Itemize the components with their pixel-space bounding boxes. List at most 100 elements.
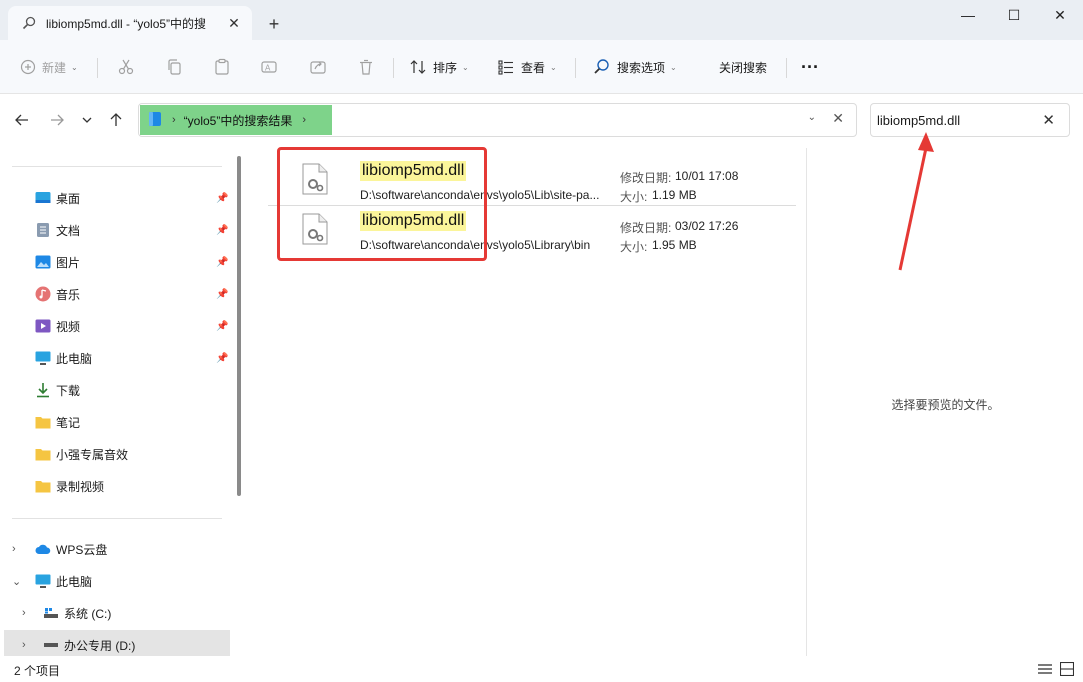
rename-button[interactable]: A <box>260 54 284 80</box>
item-count: 2 个项目 <box>14 664 61 678</box>
cut-icon <box>118 59 134 75</box>
sidebar-item-this-pc-tree[interactable]: ⌄ 此电脑 <box>0 566 232 596</box>
back-button[interactable] <box>10 108 34 132</box>
sidebar-item-wps-cloud[interactable]: › WPS云盘 <box>0 534 232 564</box>
pictures-icon <box>35 254 51 270</box>
recent-locations-button[interactable] <box>75 108 99 132</box>
address-bar[interactable]: › “yolo5”中的搜索结果 › ⌄ ✕ <box>138 103 857 137</box>
date-label: 修改日期: <box>620 221 672 235</box>
tab-title: libiomp5md.dll - “yolo5”中的搜 <box>46 16 207 31</box>
view-icon <box>498 60 513 75</box>
new-label: 新建 <box>42 60 67 75</box>
sidebar-item-pictures[interactable]: 图片 📌 <box>0 247 232 277</box>
sidebar-item-label: 视频 <box>56 319 81 334</box>
search-options-button[interactable]: 搜索选项 ⌄ <box>593 54 677 80</box>
chevron-down-icon <box>82 117 92 123</box>
share-button[interactable] <box>309 54 333 80</box>
arrow-right-icon <box>51 114 64 126</box>
search-options-icon <box>594 59 609 74</box>
drive-c-icon <box>43 605 59 621</box>
sidebar-item-label: 音乐 <box>56 287 81 302</box>
tab-close-icon[interactable]: ✕ <box>226 15 242 31</box>
sidebar-item-sound-effects[interactable]: 小强专属音效 <box>0 439 232 469</box>
toolbar-divider <box>97 58 98 78</box>
preview-pane: 选择要预览的文件。 <box>806 148 1083 656</box>
file-size: 1.95 MB <box>652 238 697 252</box>
chevron-down-icon: ⌄ <box>71 62 78 72</box>
trash-icon <box>360 59 372 75</box>
file-path: D:\software\anconda\envs\yolo5\Library\b… <box>360 238 591 252</box>
chevron-right-icon[interactable]: › <box>302 114 306 126</box>
sidebar-item-drive-d[interactable]: › 办公专用 (D:) <box>4 630 230 656</box>
sidebar-item-desktop[interactable]: 桌面 📌 <box>0 183 232 213</box>
share-icon <box>310 61 326 74</box>
chevron-down-icon: ⌄ <box>670 62 677 72</box>
chevron-right-icon[interactable]: › <box>12 543 16 555</box>
pin-icon[interactable]: 📌 <box>216 257 228 268</box>
search-results-pane: libiomp5md.dll D:\software\anconda\envs\… <box>246 148 806 656</box>
close-window-button[interactable]: ✕ <box>1037 0 1083 30</box>
folder-icon <box>35 414 51 430</box>
view-label: 查看 <box>521 60 546 75</box>
folder-search-icon <box>148 111 162 130</box>
new-tab-button[interactable]: + <box>262 12 286 36</box>
view-button[interactable]: 查看 ⌄ <box>497 54 557 80</box>
sidebar-item-label: 桌面 <box>56 191 81 206</box>
sidebar-item-videos[interactable]: 视频 📌 <box>0 311 232 341</box>
chevron-right-icon[interactable]: › <box>22 607 26 619</box>
tab-search-results[interactable]: libiomp5md.dll - “yolo5”中的搜 ✕ <box>8 6 252 40</box>
music-icon <box>35 286 51 302</box>
details-view-icon[interactable] <box>1036 660 1054 678</box>
copy-icon <box>168 59 181 75</box>
search-clear-icon[interactable]: ✕ <box>1042 111 1055 129</box>
preview-message: 选择要预览的文件。 <box>891 398 1000 412</box>
more-options-button[interactable]: ··· <box>801 54 819 80</box>
dll-file-icon <box>302 213 328 245</box>
cloud-icon <box>35 541 51 557</box>
chevron-down-icon[interactable]: ⌄ <box>12 575 21 588</box>
result-row[interactable]: libiomp5md.dll D:\software\anconda\envs\… <box>268 203 796 255</box>
sidebar-item-notes[interactable]: 笔记 <box>0 407 232 437</box>
paste-button[interactable] <box>213 54 237 80</box>
sidebar-item-documents[interactable]: 文档 📌 <box>0 215 232 245</box>
pin-icon[interactable]: 📌 <box>216 225 228 236</box>
sidebar-item-downloads[interactable]: 下载 <box>0 375 232 405</box>
sidebar-item-label: 文档 <box>56 223 81 238</box>
address-dropdown-icon[interactable]: ⌄ <box>808 112 816 123</box>
minimize-button[interactable]: — <box>945 0 991 30</box>
sidebar-scrollbar-thumb[interactable] <box>237 156 241 496</box>
sidebar-item-drive-c[interactable]: › 系统 (C:) <box>0 598 232 628</box>
address-clear-icon[interactable]: ✕ <box>832 110 844 127</box>
breadcrumb-search-results[interactable]: “yolo5”中的搜索结果 <box>184 112 293 129</box>
pin-icon[interactable]: 📌 <box>216 321 228 332</box>
chevron-right-icon: › <box>172 114 176 126</box>
close-search-button[interactable]: 关闭搜索 <box>719 54 767 80</box>
forward-button[interactable] <box>45 108 69 132</box>
maximize-button[interactable]: ☐ <box>991 0 1037 30</box>
address-breadcrumb: › “yolo5”中的搜索结果 › <box>140 105 332 135</box>
tiles-view-icon[interactable] <box>1058 660 1076 678</box>
arrow-up-icon <box>110 113 122 126</box>
result-row[interactable]: libiomp5md.dll D:\software\anconda\envs\… <box>268 153 796 205</box>
sidebar-item-label: 录制视频 <box>56 479 105 494</box>
rename-icon: A <box>261 61 277 73</box>
up-button[interactable] <box>104 108 128 132</box>
documents-icon <box>35 222 51 238</box>
sort-button[interactable]: 排序 ⌄ <box>409 54 469 80</box>
chevron-right-icon[interactable]: › <box>22 639 26 651</box>
toolbar-divider <box>786 58 787 78</box>
new-button[interactable]: 新建 ⌄ <box>20 54 78 80</box>
cut-button[interactable] <box>117 54 141 80</box>
delete-button[interactable] <box>357 54 381 80</box>
videos-icon <box>35 318 51 334</box>
sidebar-item-label: 此电脑 <box>56 351 93 366</box>
pin-icon[interactable]: 📌 <box>216 289 228 300</box>
copy-button[interactable] <box>165 54 189 80</box>
sidebar-item-recordings[interactable]: 录制视频 <box>0 471 232 501</box>
pin-icon[interactable]: 📌 <box>216 193 228 204</box>
sidebar-item-music[interactable]: 音乐 📌 <box>0 279 232 309</box>
sidebar-item-this-pc[interactable]: 此电脑 📌 <box>0 343 232 373</box>
status-bar: 2 个项目 <box>0 656 1083 682</box>
pin-icon[interactable]: 📌 <box>216 353 228 364</box>
folder-icon <box>35 446 51 462</box>
